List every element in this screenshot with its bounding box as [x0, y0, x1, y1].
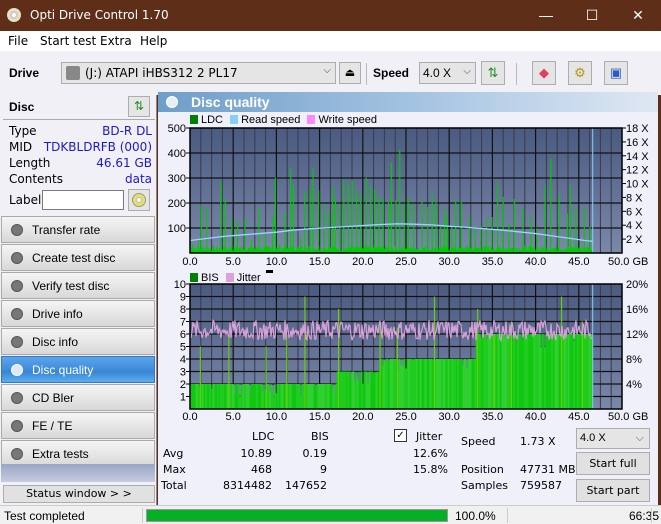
stats-avg-ldc: 10.89: [240, 447, 273, 460]
x-tick-label: 45.0: [568, 256, 589, 268]
x-tick-label: 40.0: [525, 411, 546, 423]
status-text: Test completed: [4, 509, 85, 523]
y-tick-label: 300: [168, 173, 186, 185]
stats-col-bis: BIS: [311, 430, 329, 443]
y-tick-label: 10: [174, 279, 186, 291]
stats-avg-label: Avg: [163, 447, 184, 460]
position-value: 47731 MB: [520, 463, 576, 476]
stats-total-label: Total: [161, 479, 187, 492]
progress-bar: [146, 509, 448, 522]
jitter-avg: 12.6%: [413, 447, 448, 460]
y2-tick-label: 12 X: [626, 165, 649, 177]
x-tick-label: 25.0: [395, 256, 416, 268]
y2-tick-label: 20%: [626, 279, 648, 291]
y2-tick-label: 6 X: [626, 206, 643, 218]
jitter-checkbox[interactable]: ✓: [394, 429, 407, 442]
y2-tick-label: 8 X: [626, 192, 643, 204]
x-tick-label: 0.0: [182, 256, 197, 268]
x-tick-label: 25.0: [395, 411, 416, 423]
y2-tick-label: 8%: [626, 354, 642, 366]
y2-tick-label: 4%: [626, 379, 642, 391]
stats-max-bis: 9: [320, 463, 327, 476]
x-tick-label: 10.0: [266, 256, 287, 268]
y2-tick-label: 16%: [626, 304, 648, 316]
x-tick-label: 50.0 GB: [608, 256, 648, 268]
x-tick-label: 5.0: [226, 411, 241, 423]
y-tick-label: 5: [180, 342, 186, 354]
stats-col-ldc: LDC: [252, 430, 275, 443]
y-tick-label: 100: [168, 223, 186, 235]
stats-total-ldc: 8314482: [223, 479, 272, 492]
y-tick-label: 200: [168, 198, 186, 210]
divider: [507, 508, 508, 523]
y-tick-label: 7: [180, 317, 186, 329]
y-tick-label: 9: [180, 292, 186, 304]
y2-tick-label: 16 X: [626, 137, 649, 149]
y2-tick-label: 18 X: [626, 123, 649, 135]
x-tick-label: 0.0: [182, 411, 197, 423]
elapsed-time: 66:35: [629, 509, 660, 523]
ldc-chart: 500 400 300 200 100 18 X 16 X 14 X 12 X 10 X8 X 6 …: [168, 123, 650, 268]
speed-readout-value: 1.73 X: [520, 435, 556, 448]
stats-avg-bis: 0.19: [302, 447, 328, 460]
x-tick-label: 45.0: [568, 411, 589, 423]
x-tick-label: 35.0: [482, 411, 503, 423]
bis-chart: 10987654321 20% 16% 12% 8% 4% 0.0 5.0 10.0 15.0 20…: [174, 279, 649, 423]
x-tick-label: 10.0: [266, 411, 287, 423]
x-tick-label: 15.0: [309, 411, 330, 423]
y2-tick-label: 2 X: [626, 234, 643, 246]
start-full-button[interactable]: Start full: [576, 452, 650, 475]
divider: [142, 508, 143, 523]
speed-readout-label: Speed: [461, 435, 496, 448]
y-tick-label: 6: [180, 329, 186, 341]
samples-label: Samples: [461, 479, 508, 492]
y-tick-label: 2: [180, 379, 186, 391]
y-tick-label: 1: [180, 392, 186, 404]
stats-max-ldc: 468: [251, 463, 272, 476]
x-tick-label: 20.0: [352, 411, 373, 423]
y2-tick-label: 14 X: [626, 151, 649, 163]
x-tick-label: 50.0 GB: [608, 411, 648, 423]
x-tick-label: 30.0: [438, 411, 459, 423]
progress-fill: [147, 510, 447, 521]
y-tick-label: 3: [180, 367, 186, 379]
x-tick-label: 30.0: [438, 256, 459, 268]
y-tick-label: 500: [168, 123, 186, 135]
y2-tick-label: 12%: [626, 329, 648, 341]
stats-total-bis: 147652: [285, 479, 327, 492]
x-tick-label: 20.0: [352, 256, 373, 268]
y-tick-label: 8: [180, 304, 186, 316]
position-label: Position: [461, 463, 504, 476]
samples-value: 759587: [520, 479, 562, 492]
y2-tick-label: 4 X: [626, 220, 643, 232]
x-tick-label: 15.0: [309, 256, 330, 268]
x-tick-label: 40.0: [525, 256, 546, 268]
stats-max-label: Max: [163, 463, 186, 476]
start-part-button[interactable]: Start part: [576, 479, 650, 502]
test-speed-select[interactable]: 4.0 X ⌵: [576, 428, 650, 449]
x-tick-label: 35.0: [482, 256, 503, 268]
progress-label: 100.0%: [455, 509, 496, 523]
disc-quality-charts: 50040030020010018 X16 X14 X12 X10 X8 X6 …: [168, 123, 650, 423]
status-bar: Test completed 100.0% 66:35: [0, 505, 661, 524]
test-speed-value: 4.0 X: [580, 432, 606, 444]
y-tick-label: 400: [168, 148, 186, 160]
x-tick-label: 5.0: [226, 256, 241, 268]
y-tick-label: 4: [180, 354, 186, 366]
y2-tick-label: 10 X: [626, 179, 649, 191]
jitter-max: 15.8%: [413, 463, 448, 476]
chevron-down-icon: ⌵: [635, 432, 644, 444]
divider: [651, 508, 652, 523]
jitter-label: Jitter: [416, 430, 443, 443]
